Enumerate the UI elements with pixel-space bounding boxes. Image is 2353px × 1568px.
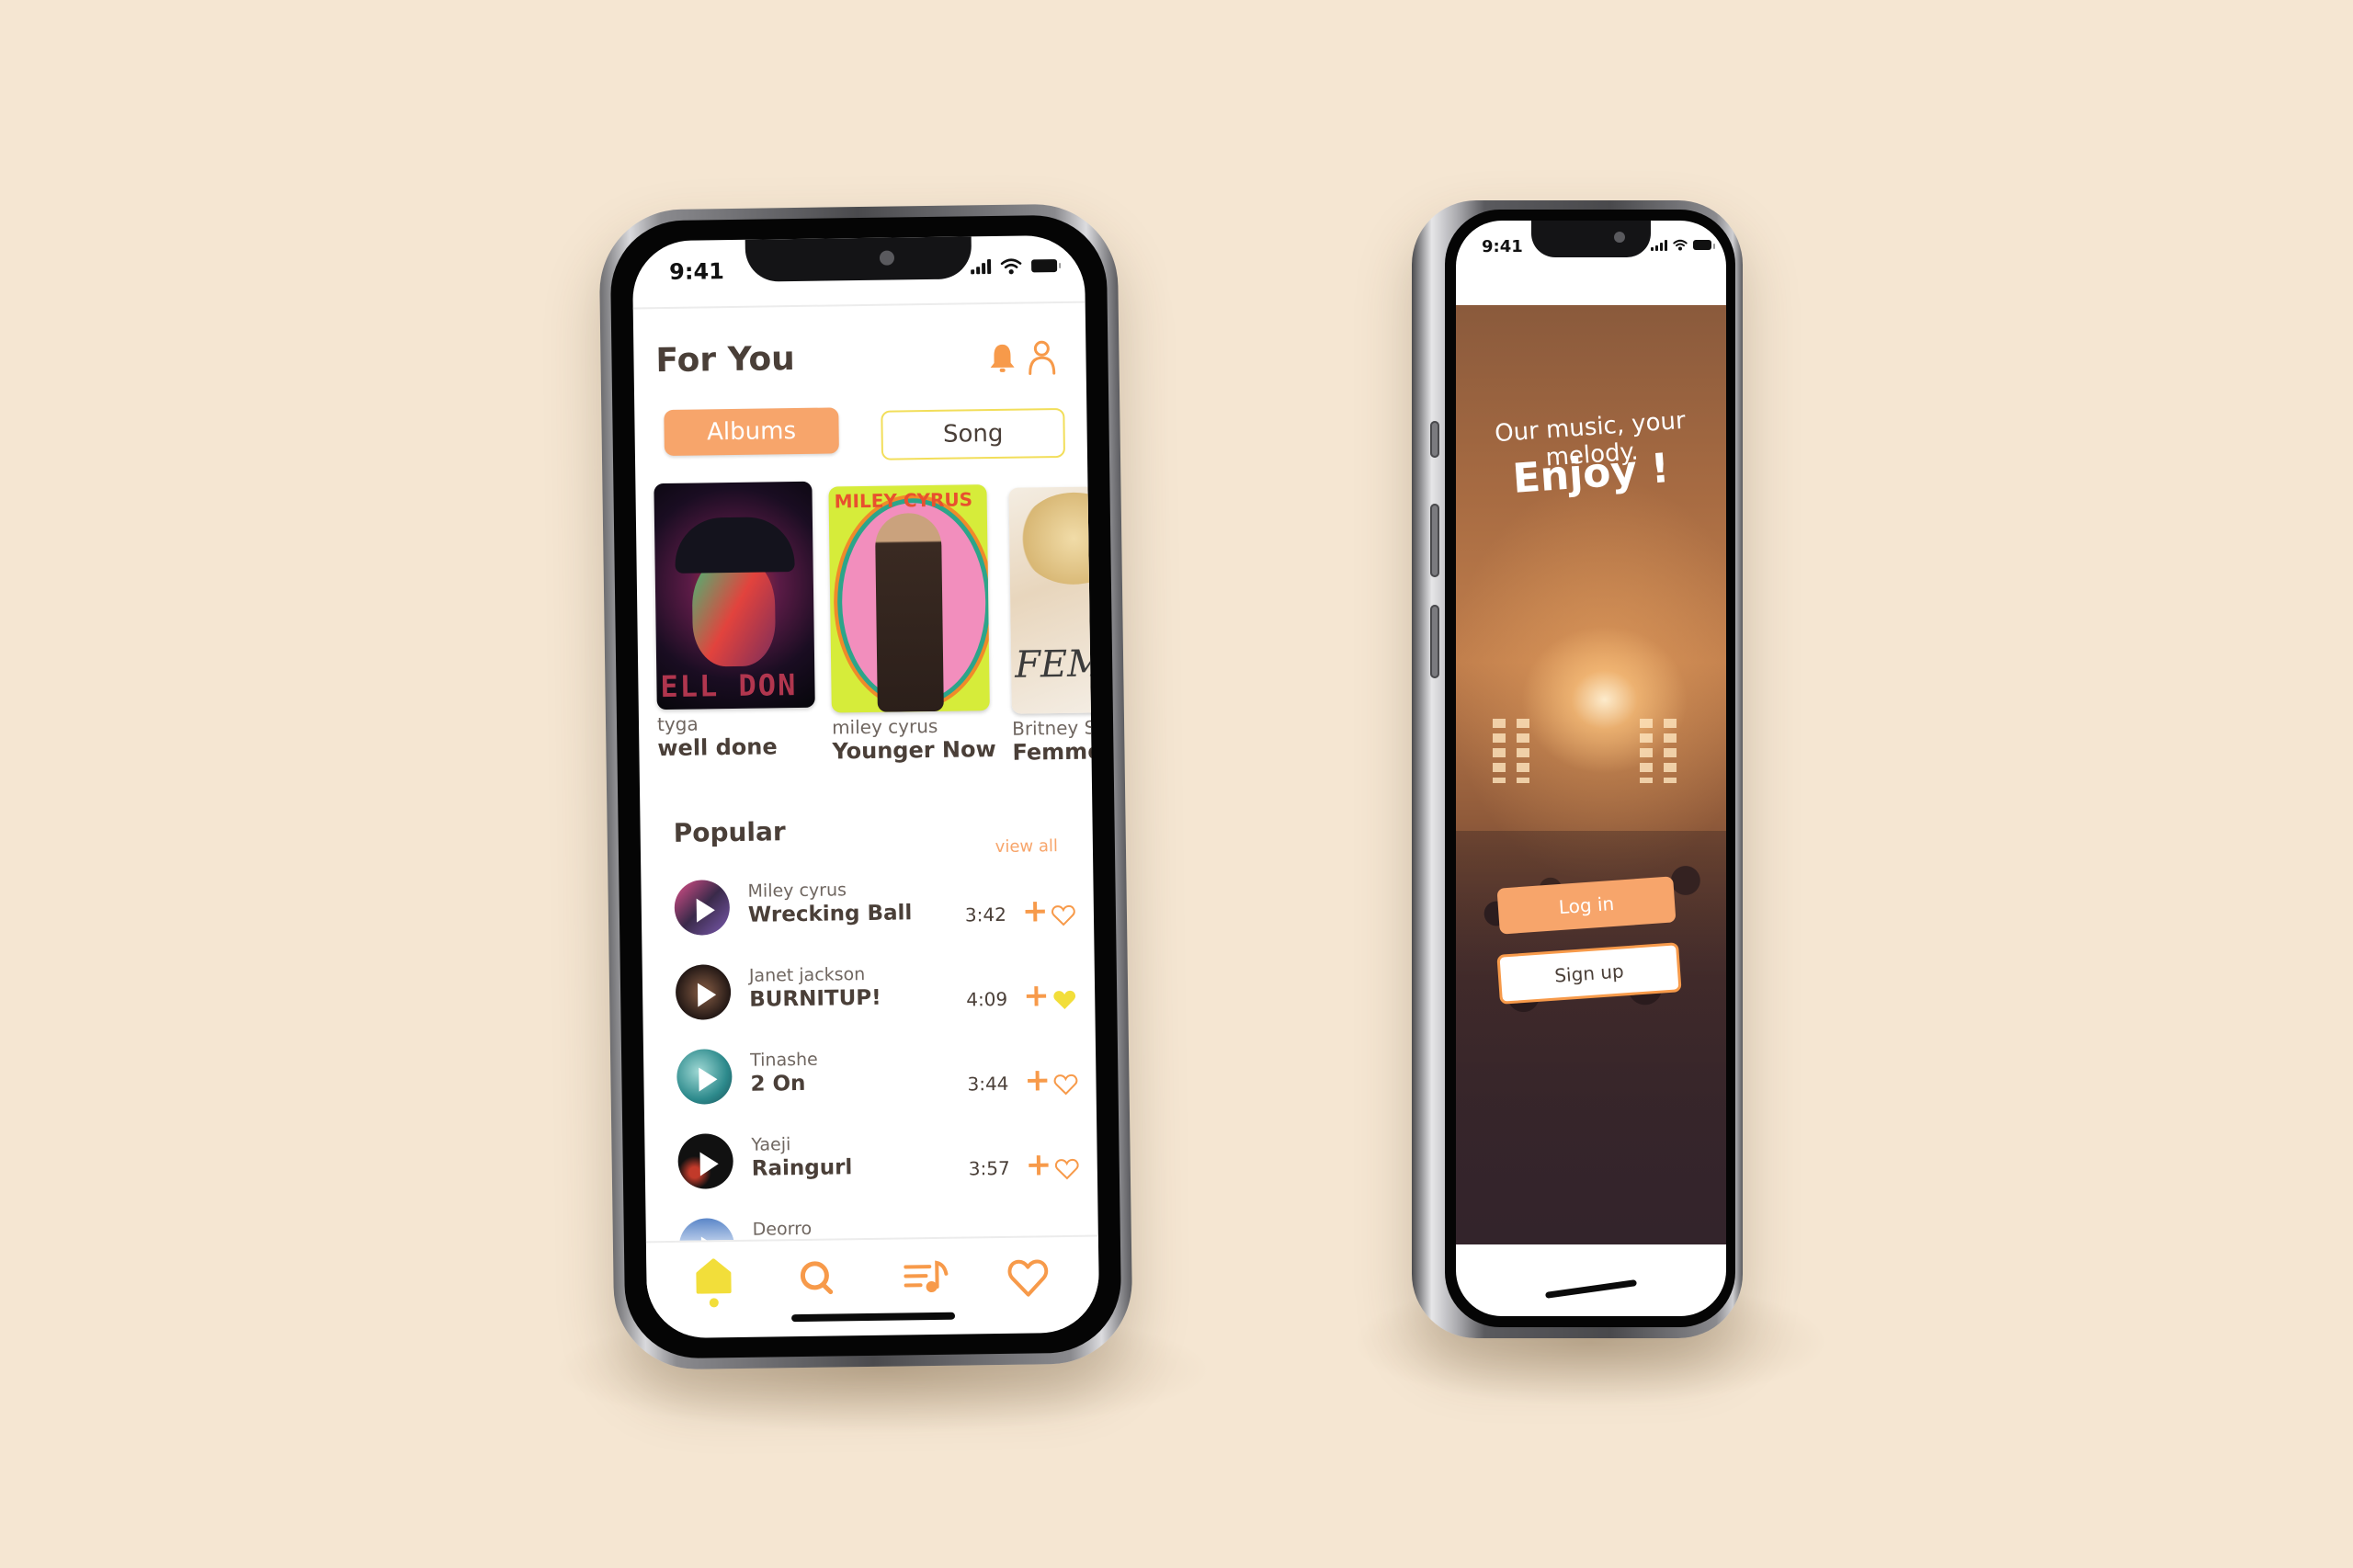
volume-up-button <box>1430 504 1439 577</box>
song-artist: Deorro <box>752 1218 813 1240</box>
volume-down-button <box>1430 605 1439 678</box>
wifi-icon <box>1000 258 1022 275</box>
front-camera <box>879 250 895 266</box>
song-row[interactable]: Yaeji Raingurl 3:57 + <box>672 1122 1099 1213</box>
album-card[interactable]: MILEY CYRUS miley cyrus Younger Now <box>828 484 996 765</box>
song-thumbnail[interactable] <box>677 1133 734 1189</box>
tab-bar: Albums Song <box>664 404 1069 461</box>
tab-albums[interactable]: Albums <box>664 407 839 457</box>
phone-home-screen: 9:41 For You Albums Song ELL DON tyga we… <box>598 203 1133 1370</box>
add-icon[interactable]: + <box>1024 1062 1051 1098</box>
album-title: Younger Now <box>832 736 996 765</box>
song-thumbnail[interactable] <box>674 880 731 936</box>
welcome-screen: 9:41 Our music, your melody. Enjoy ! Log… <box>1456 221 1726 1316</box>
song-duration: 3:57 <box>968 1156 1010 1180</box>
song-title: Wrecking Ball <box>747 901 913 927</box>
search-icon[interactable] <box>795 1256 838 1309</box>
album-card[interactable]: ELL DON tyga well done <box>654 481 815 762</box>
song-duration: 3:44 <box>967 1072 1009 1096</box>
album-cover: ELL DON <box>654 481 815 710</box>
heart-icon[interactable] <box>1006 1254 1050 1306</box>
phone-welcome-screen: 9:41 Our music, your melody. Enjoy ! Log… <box>1412 200 1743 1338</box>
battery-icon <box>1031 259 1058 273</box>
status-icons <box>971 257 1058 275</box>
album-cover: MILEY CYRUS <box>828 484 990 713</box>
song-title: Raingurl <box>751 1155 853 1181</box>
home-screen: 9:41 For You Albums Song ELL DON tyga we… <box>631 234 1100 1339</box>
song-thumbnail[interactable] <box>675 964 732 1020</box>
heart-outline-icon[interactable] <box>1051 904 1075 926</box>
page-title: For You <box>655 340 796 381</box>
front-camera <box>1614 232 1625 243</box>
song-artist: Yaeji <box>751 1134 791 1155</box>
song-row[interactable]: Janet jackson BURNITUP! 4:09 + <box>670 953 1100 1044</box>
playlist-icon[interactable] <box>904 1256 952 1308</box>
album-artist: tyga <box>656 712 699 736</box>
song-duration: 4:09 <box>966 987 1008 1011</box>
add-icon[interactable]: + <box>1025 1146 1051 1183</box>
play-icon <box>696 898 716 923</box>
play-icon <box>699 1067 718 1092</box>
bell-icon[interactable] <box>988 343 1016 374</box>
song-title: BURNITUP! <box>749 985 881 1012</box>
popular-song-list: Miley cyrus Wrecking Ball 3:42 + Janet j… <box>668 869 1099 1298</box>
home-indicator[interactable] <box>1544 1279 1638 1299</box>
notch <box>1531 221 1651 257</box>
tab-song[interactable]: Song <box>881 407 1066 460</box>
add-icon[interactable]: + <box>1022 892 1049 929</box>
heart-outline-icon[interactable] <box>1054 1158 1079 1180</box>
phone-bezel: 9:41 For You Albums Song ELL DON tyga we… <box>609 214 1122 1359</box>
song-artist: Janet jackson <box>748 964 866 986</box>
song-artist: Miley cyrus <box>747 880 847 902</box>
wifi-icon <box>1673 239 1688 251</box>
song-artist: Tinashe <box>749 1049 818 1071</box>
view-all-link[interactable]: view all <box>995 836 1058 857</box>
user-icon[interactable] <box>1027 338 1057 375</box>
status-time: 9:41 <box>1482 237 1523 256</box>
song-thumbnail[interactable] <box>676 1049 733 1105</box>
signal-icon <box>971 259 992 275</box>
notch <box>745 236 972 282</box>
album-artist: Britney Sp <box>1011 716 1100 740</box>
song-title: 2 On <box>750 1071 806 1096</box>
battery-icon <box>1693 240 1715 250</box>
popular-heading: Popular <box>673 816 786 848</box>
mute-switch <box>1430 421 1439 458</box>
album-artist: miley cyrus <box>831 714 938 739</box>
song-row[interactable]: Miley cyrus Wrecking Ball 3:42 + <box>668 869 1099 960</box>
signal-icon <box>1651 239 1667 251</box>
header-divider <box>632 301 1086 310</box>
album-cover: FEMME <box>1008 485 1100 714</box>
add-icon[interactable]: + <box>1023 977 1050 1014</box>
album-card[interactable]: FEMME Britney Sp Femme <box>1008 485 1100 766</box>
home-icon[interactable] <box>692 1258 735 1311</box>
play-icon <box>697 983 717 1007</box>
play-icon <box>699 1152 719 1176</box>
album-title: well done <box>657 733 778 762</box>
albums-carousel: ELL DON tyga well done MILEY CYRUS miley… <box>654 477 1100 796</box>
song-row[interactable]: Tinashe 2 On 3:44 + <box>671 1038 1099 1129</box>
heart-outline-icon[interactable] <box>1053 1074 1078 1096</box>
heart-filled-icon[interactable] <box>1052 989 1076 1011</box>
song-duration: 3:42 <box>964 903 1007 926</box>
status-time: 9:41 <box>668 258 725 285</box>
album-title: Femme <box>1012 738 1100 766</box>
status-icons <box>1651 239 1715 251</box>
